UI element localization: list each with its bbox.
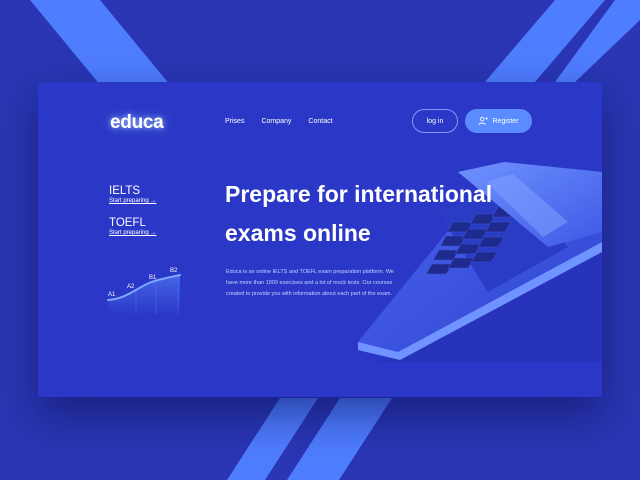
hero-headline-line1: Prepare for international (225, 181, 493, 207)
register-label: Register (492, 117, 519, 125)
exam-ielts: IELTS Start preparing → (109, 185, 156, 204)
exam-toefl: TOEFL Start preparing → (109, 217, 156, 236)
level-label-a1: A1 (108, 292, 116, 298)
level-label-a2: A2 (127, 284, 135, 290)
level-label-b2: B2 (170, 268, 178, 274)
login-button[interactable]: log in (412, 109, 458, 133)
exam-title-ielts: IELTS (109, 185, 141, 197)
hero-description: Educa is an online IELTS and TOEFL exam … (226, 269, 394, 297)
level-label-b1: B1 (149, 275, 157, 281)
nav-link-prises[interactable]: Prises (225, 118, 244, 125)
main-nav: Prises Company Contact (225, 118, 333, 125)
level-progress-curve: A1 A2 B1 B2 (107, 268, 181, 314)
nav-link-contact[interactable]: Contact (308, 118, 332, 125)
exam-title-toefl: TOEFL (109, 217, 146, 229)
user-plus-icon (479, 116, 489, 125)
start-preparing-ielts-link[interactable]: Start preparing → (109, 198, 156, 204)
nav-link-company[interactable]: Company (261, 118, 291, 125)
start-preparing-toefl-link[interactable]: Start preparing → (109, 230, 156, 236)
educa-logo[interactable]: educa (110, 112, 164, 134)
register-button[interactable]: Register (465, 109, 532, 133)
landing-card: educa Prises Company Contact log in Regi… (38, 82, 602, 397)
hero-headline-line2: exams online (225, 220, 371, 246)
hero-headline: Prepare for international exams online (225, 175, 545, 253)
